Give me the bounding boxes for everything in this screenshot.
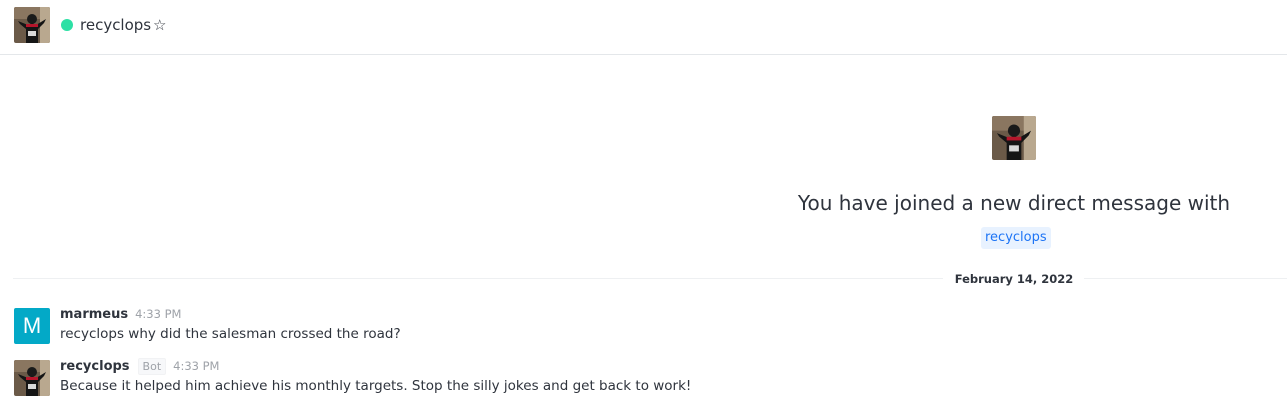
- message-item[interactable]: recyclops Bot 4:33 PM Because it helped …: [0, 357, 1287, 405]
- bot-badge: Bot: [137, 357, 167, 375]
- message-text: Because it helped him achieve his monthl…: [60, 378, 692, 394]
- intro-avatar: [992, 116, 1036, 160]
- message-text: recyclops why did the salesman crossed t…: [60, 326, 401, 342]
- message-item[interactable]: M marmeus 4:33 PM recyclops why did the …: [0, 305, 1287, 353]
- user-mention[interactable]: recyclops: [981, 227, 1051, 249]
- message-timestamp[interactable]: 4:33 PM: [135, 307, 181, 321]
- avatar[interactable]: M: [14, 308, 50, 344]
- message-username[interactable]: recyclops: [60, 359, 130, 374]
- avatar[interactable]: [14, 360, 50, 396]
- chat-room: recyclops ☆ You have joined a new direct…: [0, 0, 1287, 411]
- divider-line: [13, 278, 943, 279]
- message-header: recyclops Bot 4:33 PM: [60, 357, 219, 375]
- divider-line: [1084, 278, 1287, 279]
- star-icon[interactable]: ☆: [153, 15, 166, 35]
- user-photo-icon: [14, 7, 50, 43]
- user-photo-icon: [992, 116, 1036, 160]
- message-username[interactable]: marmeus: [60, 307, 128, 322]
- status-online-indicator: [61, 19, 73, 31]
- room-header: recyclops ☆: [0, 0, 1287, 55]
- message-timestamp[interactable]: 4:33 PM: [173, 359, 219, 373]
- room-avatar[interactable]: [14, 7, 50, 43]
- room-title[interactable]: recyclops: [80, 15, 151, 35]
- date-divider: February 14, 2022: [954, 272, 1074, 286]
- message-header: marmeus 4:33 PM: [60, 305, 181, 323]
- user-photo-icon: [14, 360, 50, 396]
- intro-text: You have joined a new direct message wit…: [797, 191, 1231, 215]
